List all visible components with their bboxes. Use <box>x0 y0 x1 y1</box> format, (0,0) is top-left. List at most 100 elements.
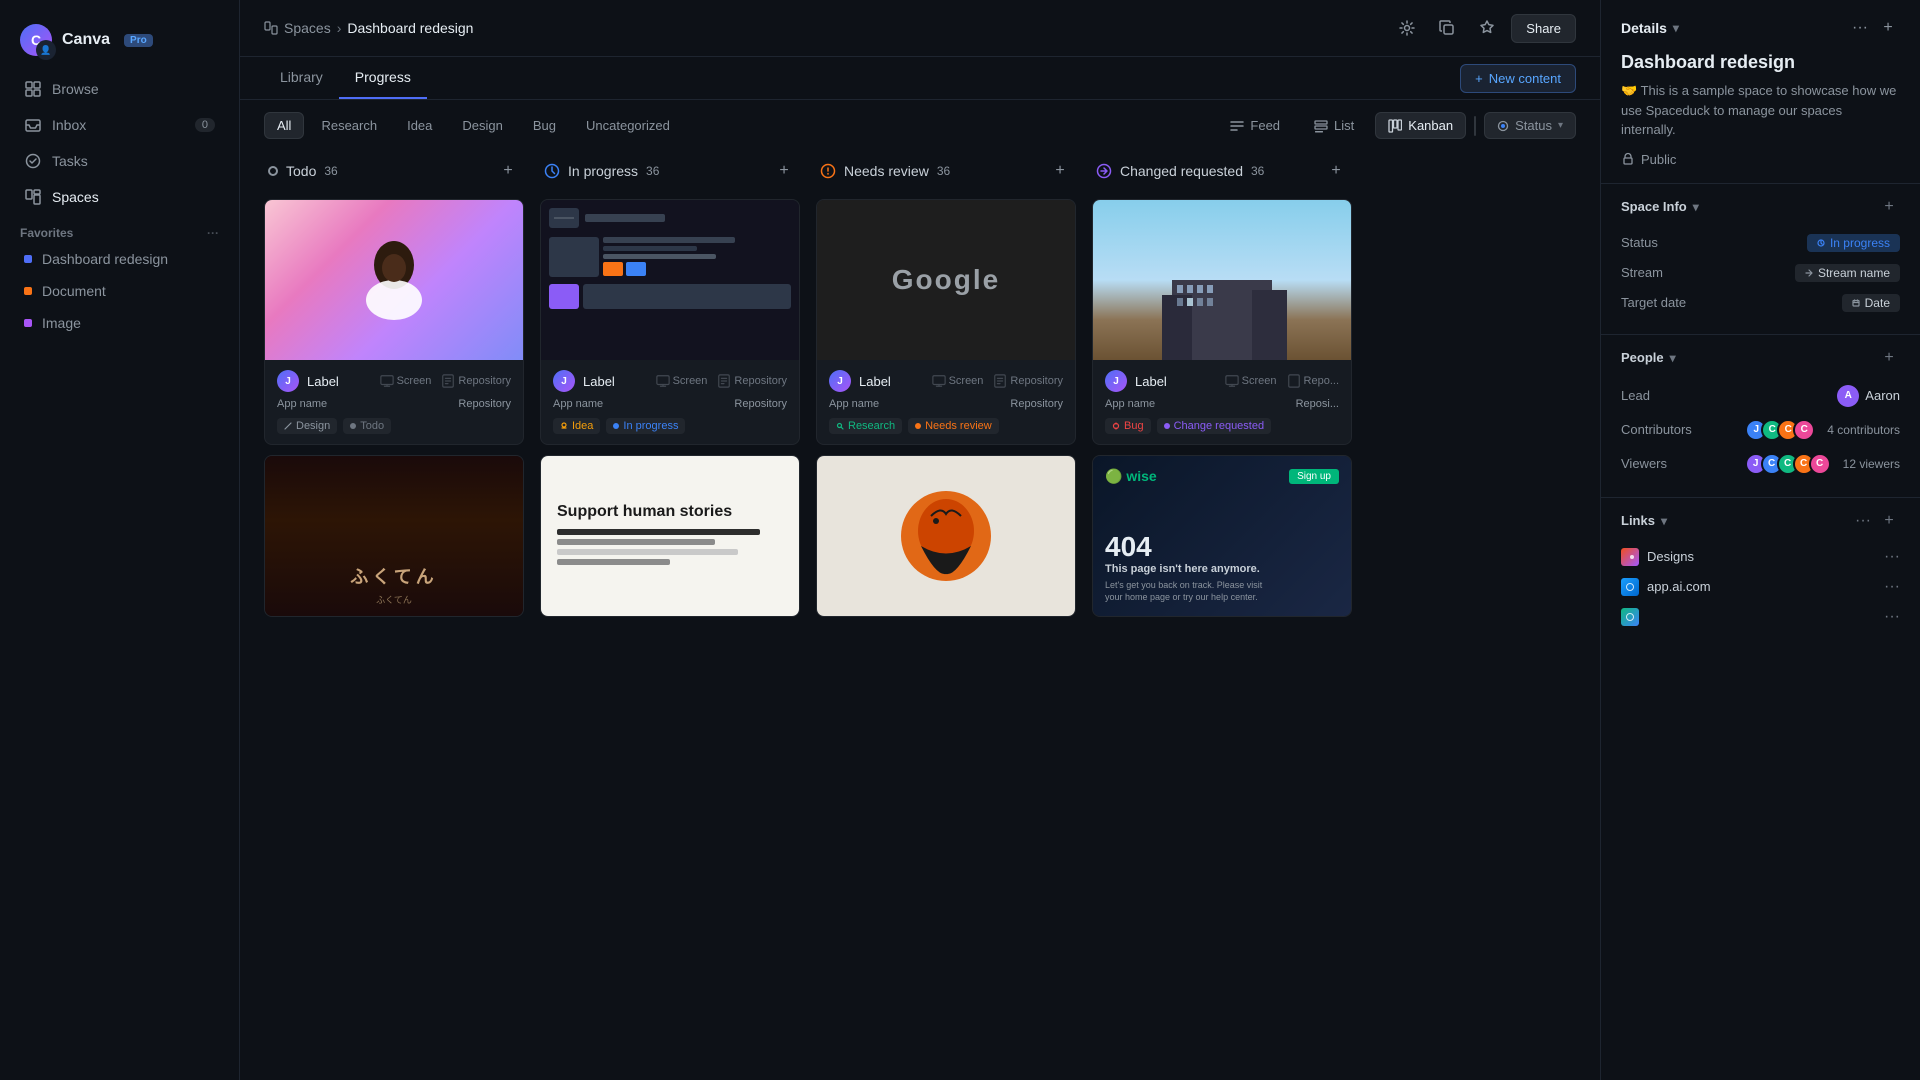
stream-field-label: Stream <box>1621 265 1721 280</box>
space-info-title[interactable]: Space Info ▾ <box>1621 199 1699 214</box>
status-field-value: In progress <box>1807 234 1900 252</box>
card-needsreview-1[interactable]: Google J Label Screen <box>816 199 1076 445</box>
needsreview-cards: Google J Label Screen <box>816 199 1076 617</box>
people-title[interactable]: People ▾ <box>1621 350 1676 365</box>
link-text-designs[interactable]: Designs <box>1647 549 1694 564</box>
needsreview-add-button[interactable]: + <box>1048 159 1072 183</box>
todo-add-button[interactable]: + <box>496 159 520 183</box>
links-title[interactable]: Links ▾ <box>1621 513 1667 528</box>
links-add-button[interactable]: + <box>1878 510 1900 532</box>
contributors-value: J C C C 4 contributors <box>1745 419 1900 441</box>
sidebar-item-spaces[interactable]: Spaces <box>12 180 227 214</box>
plus-icon: + <box>1475 71 1483 86</box>
link-menu-app[interactable]: ··· <box>1884 578 1900 596</box>
filter-uncategorized[interactable]: Uncategorized <box>573 112 683 139</box>
sidebar-item-inbox[interactable]: Inbox 0 <box>12 108 227 142</box>
card-needsreview-2[interactable] <box>816 455 1076 617</box>
bird-illustration <box>886 476 1006 596</box>
card-label-wrap-1: J Label <box>277 370 339 392</box>
card-todo-2[interactable]: ふくてん ふくてん <box>264 455 524 617</box>
filter-all[interactable]: All <box>264 112 304 139</box>
design-tag-icon <box>284 422 292 430</box>
link-item-designs: Designs ··· <box>1621 542 1900 572</box>
public-label: Public <box>1641 152 1676 167</box>
panel-add-button[interactable]: + <box>1876 16 1900 40</box>
view-feed[interactable]: Feed <box>1217 112 1293 139</box>
filter-research[interactable]: Research <box>308 112 390 139</box>
contributors-count: 4 contributors <box>1827 423 1900 437</box>
todo-tag-dot <box>350 423 356 429</box>
date-pill[interactable]: Date <box>1842 294 1900 312</box>
spaces-breadcrumb-icon <box>264 21 278 35</box>
column-title-inprogress: In progress 36 <box>544 163 659 179</box>
view-kanban[interactable]: Kanban <box>1375 112 1466 139</box>
tag-bug-4: Bug <box>1105 418 1151 434</box>
links-more-button[interactable]: ··· <box>1852 510 1874 532</box>
card-inprogress-2[interactable]: Support human stories <box>540 455 800 617</box>
app-name-1: App name <box>277 398 327 410</box>
todo-status-label: Todo <box>360 420 384 432</box>
star-button[interactable] <box>1471 12 1503 44</box>
sidebar-item-browse[interactable]: Browse <box>12 72 227 106</box>
breadcrumb-spaces[interactable]: Spaces <box>284 20 331 36</box>
card-image-wise: 🟢 wise Sign up 404 This page isn't here … <box>1093 456 1351 616</box>
links-chevron: ▾ <box>1661 514 1667 528</box>
feed-label: Feed <box>1250 118 1280 133</box>
stream-pill[interactable]: Stream name <box>1795 264 1900 282</box>
changed-add-button[interactable]: + <box>1324 159 1348 183</box>
tab-library[interactable]: Library <box>264 57 339 99</box>
status-tag-1: Todo <box>343 418 391 434</box>
filter-bug[interactable]: Bug <box>520 112 569 139</box>
tag-design-1: Design <box>277 418 337 434</box>
view-list[interactable]: List <box>1301 112 1367 139</box>
sidebar-item-tasks[interactable]: Tasks <box>12 144 227 178</box>
bug-tag-label: Bug <box>1124 420 1144 432</box>
people-add-button[interactable]: + <box>1878 347 1900 369</box>
support-bar-2 <box>557 539 715 545</box>
card-todo-1[interactable]: J Label Screen Repository <box>264 199 524 445</box>
filter-idea[interactable]: Idea <box>394 112 445 139</box>
app-name-4: App name <box>1105 398 1155 410</box>
share-button[interactable]: Share <box>1511 14 1576 43</box>
figma-icon <box>1625 552 1635 562</box>
card-changed-1[interactable]: J Label Screen Repo... <box>1092 199 1352 445</box>
app-name: Canva <box>62 31 110 49</box>
fav-item-document[interactable]: Document <box>12 276 227 306</box>
card-changed-2[interactable]: 🟢 wise Sign up 404 This page isn't here … <box>1092 455 1352 617</box>
screen-icon-2 <box>656 374 670 388</box>
breadcrumb: Spaces › Dashboard redesign <box>264 20 473 36</box>
stream-pill-icon <box>1805 269 1813 277</box>
tab-progress[interactable]: Progress <box>339 57 427 99</box>
fav-item-image[interactable]: Image <box>12 308 227 338</box>
breadcrumb-current: Dashboard redesign <box>347 20 473 36</box>
card-bottom-1: J Label Screen Repository <box>265 360 523 444</box>
main-content: Spaces › Dashboard redesign Share Librar… <box>240 0 1600 1080</box>
link-text-app[interactable]: app.ai.com <box>1647 579 1711 594</box>
support-card-title: Support human stories <box>557 503 783 521</box>
favorites-menu-icon[interactable]: ··· <box>207 226 219 240</box>
fav-item-dashboard[interactable]: Dashboard redesign <box>12 244 227 274</box>
card-inprogress-1[interactable]: J Label Screen Repository <box>540 199 800 445</box>
repo-icon-3 <box>993 374 1007 388</box>
details-chevron-icon[interactable]: ▾ <box>1673 21 1679 35</box>
building-svg <box>1142 260 1302 360</box>
tasks-icon <box>24 152 42 170</box>
card-image-bird <box>817 456 1075 616</box>
inprogress-add-button[interactable]: + <box>772 159 796 183</box>
card-icons-2: Screen Repository <box>656 374 787 388</box>
new-content-button[interactable]: + New content <box>1460 64 1576 93</box>
copy-button[interactable] <box>1431 12 1463 44</box>
status-pill[interactable]: In progress <box>1807 234 1900 252</box>
filter-design[interactable]: Design <box>449 112 515 139</box>
repo-name-1: Repository <box>458 398 511 410</box>
todo-label: Todo <box>286 163 316 179</box>
link-menu-designs[interactable]: ··· <box>1884 548 1900 566</box>
column-title-changed: Changed requested 36 <box>1096 163 1264 179</box>
target-date-value: Date <box>1842 294 1900 312</box>
settings-button[interactable] <box>1391 12 1423 44</box>
status-filter-button[interactable]: Status ▾ <box>1484 112 1576 139</box>
link-menu-3[interactable]: ··· <box>1884 608 1900 626</box>
panel-more-button[interactable]: ··· <box>1848 16 1872 40</box>
card-label-4: Label <box>1135 374 1167 389</box>
space-info-add-button[interactable]: + <box>1878 196 1900 218</box>
